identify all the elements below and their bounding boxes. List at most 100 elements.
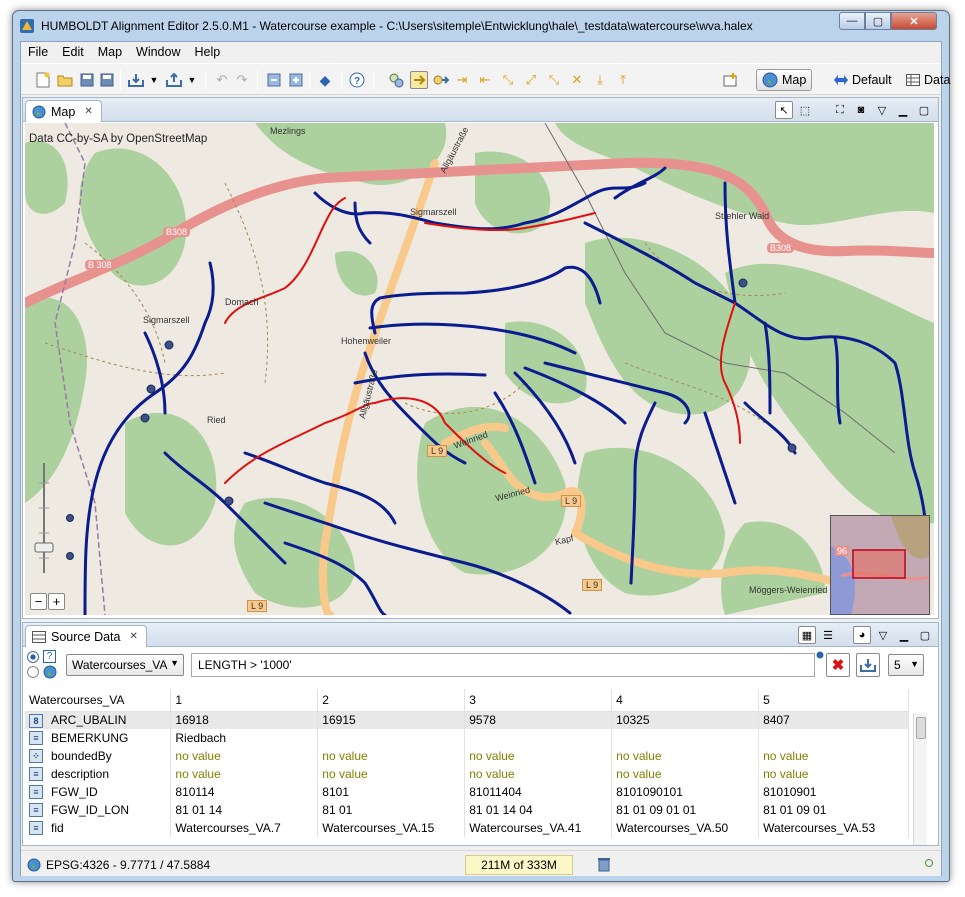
table-cell[interactable]	[611, 729, 760, 747]
table-row[interactable]: ⁘ boundedBy no value no value no value no val…	[25, 747, 909, 765]
table-scrollbar[interactable]	[913, 713, 927, 845]
property-name-cell[interactable]: ≡ FGW_ID	[25, 783, 172, 801]
close-tab-icon[interactable]: ✕	[84, 106, 92, 117]
view-menu-icon[interactable]: ▽	[874, 626, 892, 644]
menu-file[interactable]: File	[21, 45, 55, 59]
zoom-in-button[interactable]: +	[48, 593, 65, 610]
table-cell[interactable]: 81011404	[464, 783, 613, 801]
table-mode-icon[interactable]: ▦	[798, 626, 816, 644]
table-cell[interactable]: 10325	[611, 711, 760, 729]
table-cell[interactable]: Watercourses_VA.7	[170, 819, 319, 837]
property-name-cell[interactable]: 8 ARC_UBALIN	[25, 711, 172, 729]
table-row[interactable]: ≡ FGW_ID 810114 8101 81011404 8101090101 81010…	[25, 783, 909, 801]
map-tool-zoom-icon[interactable]	[387, 71, 405, 89]
transform-icon[interactable]: ◆	[316, 71, 334, 89]
arrow-left-icon[interactable]: ⇤	[476, 71, 494, 89]
view-menu-icon[interactable]: ▽	[873, 101, 891, 119]
open-icon[interactable]	[56, 71, 74, 89]
radio-map-selection[interactable]	[27, 666, 39, 678]
maximize-button[interactable]: ▢	[865, 12, 891, 30]
table-cell[interactable]: no value	[611, 765, 760, 783]
scrollbar-thumb[interactable]	[916, 717, 926, 739]
table-row[interactable]: ≡ fid Watercourses_VA.7 Watercourses_VA.15 W…	[25, 819, 909, 837]
arrow-cross-icon[interactable]: ✕	[568, 71, 586, 89]
table-cell[interactable]: 8407	[758, 711, 909, 729]
table-cell[interactable]: Watercourses_VA.15	[317, 819, 466, 837]
table-cell[interactable]: Watercourses_VA.53	[758, 819, 909, 837]
minimize-button[interactable]: —	[839, 12, 865, 30]
column-header[interactable]: 5	[758, 689, 909, 712]
perspective-data[interactable]: Data	[901, 69, 955, 91]
import-icon[interactable]	[127, 71, 145, 89]
schema-source-icon[interactable]	[265, 71, 283, 89]
filter-input[interactable]: LENGTH > '1000'	[191, 653, 815, 677]
table-cell[interactable]: 81 01	[317, 801, 466, 819]
table-cell[interactable]: no value	[611, 747, 760, 765]
table-cell[interactable]: Watercourses_VA.41	[464, 819, 613, 837]
schema-target-icon[interactable]	[287, 71, 305, 89]
table-cell[interactable]: no value	[170, 765, 319, 783]
table-cell[interactable]	[464, 729, 613, 747]
pointer-tool-icon[interactable]: ↖	[775, 101, 793, 119]
menu-edit[interactable]: Edit	[55, 45, 91, 59]
table-cell[interactable]: no value	[317, 747, 466, 765]
table-cell[interactable]: no value	[758, 765, 909, 783]
undo-icon[interactable]: ↶	[213, 71, 231, 89]
heap-status[interactable]: 211M of 333M	[465, 855, 573, 875]
column-header[interactable]: 2	[317, 689, 466, 712]
arrow-nw-icon[interactable]: ⤢	[522, 71, 540, 89]
column-header[interactable]: 3	[464, 689, 613, 712]
zoom-box-tool-icon[interactable]: ⬚	[796, 101, 814, 119]
globe-icon[interactable]: ◕	[853, 626, 871, 644]
table-row[interactable]: 8 ARC_UBALIN 16918 16915 9578 10325 8407	[25, 711, 909, 729]
table-cell[interactable]: Watercourses_VA.50	[611, 819, 760, 837]
property-name-cell[interactable]: ≡ FGW_ID_LON	[25, 801, 172, 819]
arrow-down-icon[interactable]: ⤓	[591, 71, 609, 89]
arrow-ne-icon[interactable]: ⤡	[499, 71, 517, 89]
table-cell[interactable]: 810114	[170, 783, 319, 801]
map-overview[interactable]: 96	[830, 515, 930, 615]
clear-filter-button[interactable]: ✖	[826, 653, 850, 677]
property-name-cell[interactable]: ⁘ boundedBy	[25, 747, 172, 765]
zoom-out-button[interactable]: −	[30, 593, 47, 610]
column-header[interactable]: Watercourses_VA	[25, 689, 172, 712]
table-cell[interactable]: 81010901	[758, 783, 909, 801]
zoom-extent-icon[interactable]: ⛶	[831, 101, 849, 119]
table-cell[interactable]: 8101090101	[611, 783, 760, 801]
arrow-sw-icon[interactable]: ⤡	[545, 71, 563, 89]
table-cell[interactable]: no value	[464, 765, 613, 783]
perspective-default[interactable]: Default	[829, 69, 897, 91]
table-cell[interactable]: 81 01 14 04	[464, 801, 613, 819]
apply-filter-button[interactable]	[856, 653, 880, 677]
minimize-view-icon[interactable]: ▁	[895, 626, 913, 644]
maximize-view-icon[interactable]: ▢	[915, 101, 933, 119]
zoom-slider[interactable]	[33, 463, 55, 583]
export-dropdown-icon[interactable]: ▼	[183, 71, 201, 89]
open-perspective-icon[interactable]	[721, 71, 739, 89]
help-icon[interactable]: ?	[348, 71, 366, 89]
tab-map[interactable]: Map ✕	[25, 100, 102, 122]
menu-map[interactable]: Map	[91, 45, 129, 59]
table-cell[interactable]: 16915	[317, 711, 466, 729]
arrow-up-icon[interactable]: ⤒	[614, 71, 632, 89]
map-canvas[interactable]: Data CC-by-SA by OpenStreetMap Mezlings …	[25, 123, 934, 615]
property-name-cell[interactable]: ≡ description	[25, 765, 172, 783]
menu-window[interactable]: Window	[129, 45, 187, 59]
table-row[interactable]: ≡ FGW_ID_LON 81 01 14 81 01 81 01 14 04 81 01…	[25, 801, 909, 819]
table-cell[interactable]: 8101	[317, 783, 466, 801]
radio-sample[interactable]	[27, 651, 39, 663]
table-cell[interactable]: 9578	[464, 711, 613, 729]
table-cell[interactable]: Riedbach	[170, 729, 319, 747]
table-row[interactable]: ≡ description no value no value no value no v…	[25, 765, 909, 783]
map-tool-sync-right-icon[interactable]	[432, 71, 450, 89]
column-header[interactable]: 1	[170, 689, 319, 712]
import-dropdown-icon[interactable]: ▼	[145, 71, 163, 89]
maximize-view-icon[interactable]: ▢	[916, 626, 934, 644]
new-icon[interactable]	[34, 71, 52, 89]
arrow-right-icon[interactable]: ⇥	[453, 71, 471, 89]
zoom-selection-icon[interactable]: ◙	[852, 101, 870, 119]
table-cell[interactable]: no value	[758, 747, 909, 765]
menu-help[interactable]: Help	[188, 45, 228, 59]
table-cell[interactable]: 81 01 09 01 01	[611, 801, 760, 819]
table-cell[interactable]	[758, 729, 909, 747]
